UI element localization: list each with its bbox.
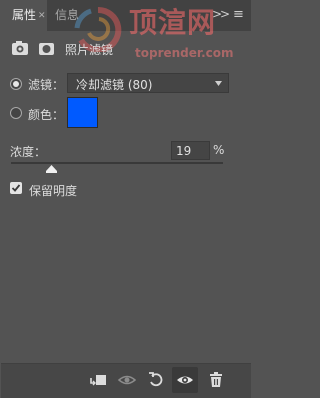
- adjustment-title: 照片滤镜: [65, 43, 114, 57]
- adjustment-layer-icon[interactable]: [12, 40, 36, 58]
- panel-menu-icon[interactable]: ≡: [233, 0, 244, 31]
- color-label: 颜色：: [28, 108, 65, 122]
- panel-footer: [1, 363, 251, 398]
- color-swatch[interactable]: [67, 97, 98, 128]
- filter-radio[interactable]: [10, 78, 22, 90]
- preserve-luminosity-checkbox[interactable]: [10, 182, 22, 194]
- color-radio[interactable]: [10, 107, 22, 119]
- density-slider-track[interactable]: [11, 162, 223, 164]
- chevron-down-icon: [215, 81, 222, 86]
- adjustment-header: 照片滤镜: [1, 31, 251, 65]
- filter-dropdown[interactable]: 冷却滤镜 (80): [67, 73, 229, 93]
- density-value: 19: [176, 144, 192, 158]
- tab-info-label: 信息: [54, 8, 79, 22]
- tab-close-icon[interactable]: ✕: [38, 1, 46, 32]
- density-input[interactable]: 19: [171, 141, 210, 160]
- density-slider-thumb[interactable]: [46, 165, 58, 173]
- checkmark-icon: [11, 184, 21, 192]
- preserve-luminosity-label: 保留明度: [29, 184, 78, 198]
- density-unit: %: [213, 143, 225, 157]
- tab-info[interactable]: 信息: [47, 0, 87, 31]
- collapse-panel-icon[interactable]: >>: [212, 0, 230, 31]
- view-previous-icon[interactable]: [117, 370, 137, 390]
- density-label: 浓度：: [10, 145, 47, 159]
- tab-properties-label: 属性: [11, 8, 36, 22]
- reset-icon[interactable]: [146, 370, 166, 390]
- clip-to-layer-icon[interactable]: [88, 370, 108, 390]
- filter-label: 滤镜：: [28, 78, 65, 92]
- visibility-icon[interactable]: [172, 367, 198, 393]
- mask-icon[interactable]: [37, 40, 57, 58]
- properties-panel: 属性 信息 ✕ >> ≡ 顶渲网 toprender.com 照片滤镜 滤镜：: [1, 0, 251, 398]
- panel-tab-bar: 属性 信息 ✕ >> ≡: [1, 0, 251, 31]
- delete-icon[interactable]: [206, 370, 226, 390]
- filter-dropdown-value: 冷却滤镜 (80): [76, 78, 153, 92]
